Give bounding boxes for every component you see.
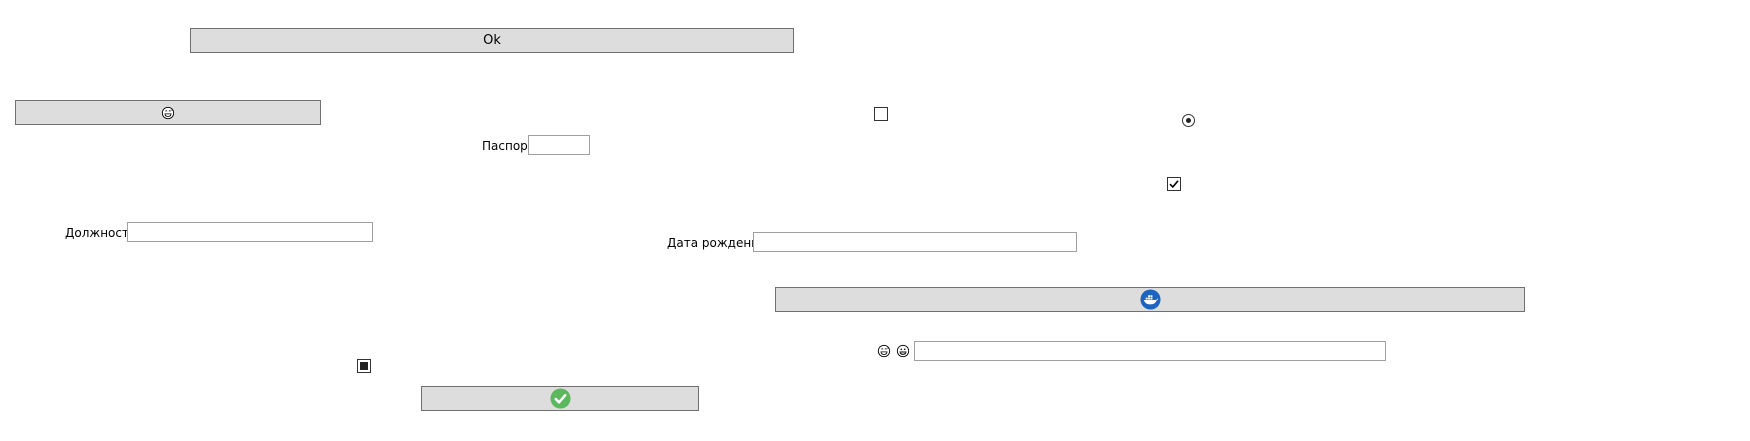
- form-canvas: Ok Паспорт Должность Дата рождения: [0, 0, 1750, 441]
- indeterminate-mark: [360, 362, 368, 370]
- middle-checkbox[interactable]: [1167, 177, 1181, 191]
- ok-button[interactable]: Ok: [190, 28, 794, 53]
- birth-date-input[interactable]: [753, 232, 1077, 252]
- radio-selected-dot: [1186, 118, 1191, 123]
- grinning-sweat-face-icon: [877, 344, 891, 358]
- passport-label: Паспорт: [482, 139, 535, 153]
- docker-whale-icon: [1139, 289, 1161, 310]
- grinning-face-icon: [896, 344, 910, 358]
- green-check-circle-icon: [549, 388, 571, 409]
- position-input[interactable]: [127, 222, 373, 242]
- emoji-field-input[interactable]: [914, 341, 1386, 361]
- emoji-button[interactable]: [15, 100, 321, 125]
- top-checkbox[interactable]: [874, 107, 888, 121]
- grinning-sweat-face-icon: [161, 106, 175, 119]
- checkmark-icon: [1169, 180, 1179, 189]
- confirm-button[interactable]: [421, 386, 699, 411]
- docker-button[interactable]: [775, 287, 1525, 312]
- ok-button-label: Ok: [483, 33, 501, 48]
- passport-input[interactable]: [528, 135, 590, 155]
- position-label: Должность: [65, 226, 137, 240]
- bottom-checkbox[interactable]: [357, 359, 371, 373]
- birth-date-label: Дата рождения: [667, 236, 767, 250]
- radio-button[interactable]: [1182, 114, 1195, 127]
